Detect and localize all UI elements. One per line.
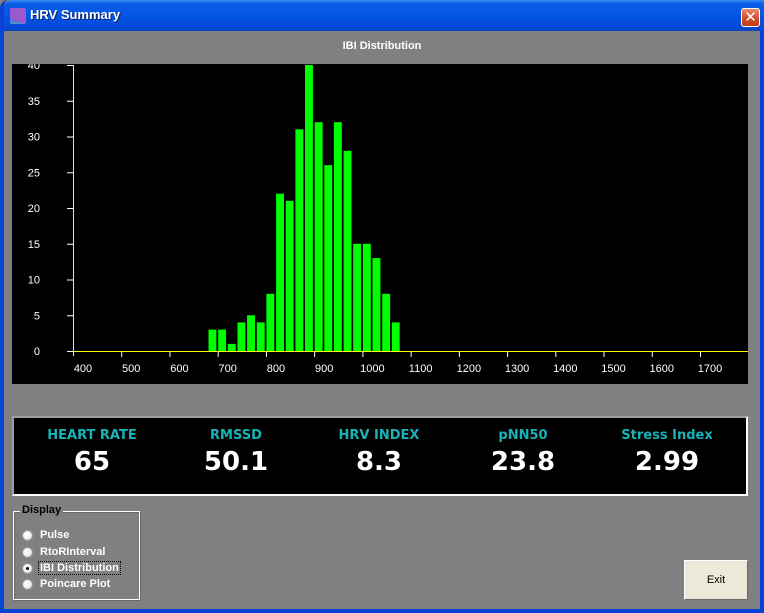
histogram-bar	[266, 293, 275, 351]
x-tick-label: 1500	[601, 363, 625, 375]
window-title: HRV Summary	[30, 7, 121, 22]
histogram-bar	[391, 322, 400, 351]
exit-button-label: Exit	[706, 574, 726, 586]
histogram-bar	[237, 322, 246, 351]
x-tick-label: 500	[122, 363, 140, 375]
radio-ibi-distribution[interactable]: IBI Distribution	[22, 560, 121, 576]
x-tick-label: 400	[74, 363, 92, 375]
display-groupbox-title: Display	[20, 504, 64, 516]
y-tick-label: 25	[28, 167, 40, 179]
radio-label: Poincare Plot	[40, 578, 111, 590]
stat-label: RMSSD	[210, 428, 262, 443]
histogram-bar	[324, 165, 333, 351]
x-tick-label: 1400	[553, 363, 577, 375]
radio-button[interactable]	[22, 529, 33, 541]
radio-rtor-interval[interactable]: RtoRInterval	[22, 544, 106, 560]
stat-hrv-index: HRV INDEX 8.3	[304, 418, 454, 477]
histogram-bar	[382, 293, 391, 351]
histogram-bar	[353, 243, 362, 352]
stat-stress-index: Stress Index 2.99	[592, 418, 742, 477]
radio-poincare-plot[interactable]: Poincare Plot	[22, 576, 111, 592]
chart-title: IBI Distribution	[342, 40, 422, 52]
x-tick-label: 1200	[457, 363, 481, 375]
x-tick-label: 1300	[505, 363, 529, 375]
histogram-bar	[333, 122, 342, 351]
histogram-bar	[227, 343, 236, 351]
close-icon: ✕	[744, 8, 757, 26]
stat-value: 23.8	[490, 447, 556, 477]
chart-svg: 0 5 10 15 20 25 30 35 40 400 500 600 700 800 900 1000 11…	[28, 64, 748, 375]
histogram-bar	[218, 329, 227, 351]
radio-button-selected[interactable]	[22, 562, 33, 574]
y-tick-label: 20	[28, 203, 40, 215]
y-tick-label: 15	[28, 239, 40, 251]
x-tick-label: 1700	[698, 363, 722, 375]
x-tick-label: 900	[315, 363, 333, 375]
title-bar[interactable]: HRV Summary ✕	[4, 0, 764, 31]
radio-label: RtoRInterval	[40, 546, 106, 558]
stat-label: Stress Index	[621, 428, 713, 443]
x-tick-label: 800	[267, 363, 285, 375]
radio-label: IBI Distribution	[38, 561, 121, 575]
stat-pnn50: pNN50 23.8	[448, 418, 598, 477]
histogram-bar	[343, 150, 352, 351]
histogram-bar	[362, 243, 371, 352]
histogram-bar	[247, 315, 255, 352]
y-tick-label: 0	[34, 346, 40, 358]
radio-button[interactable]	[22, 546, 33, 558]
display-groupbox: Display Pulse RtoRInterval IBI Distribut…	[13, 504, 140, 600]
radio-button[interactable]	[22, 578, 33, 590]
stat-label: pNN50	[498, 428, 548, 443]
stat-heart-rate: HEART RATE 65	[17, 418, 167, 477]
stat-value: 2.99	[634, 447, 700, 477]
stats-panel: HEART RATE 65 RMSSD 50.1 HRV INDEX 8.3 p…	[12, 416, 748, 496]
radio-pulse[interactable]: Pulse	[22, 527, 70, 543]
x-tick-label: 700	[219, 363, 237, 375]
stat-rmssd: RMSSD 50.1	[161, 418, 311, 477]
stat-label: HEART RATE	[47, 428, 137, 443]
y-tick-label: 5	[34, 310, 40, 322]
stat-label: HRV INDEX	[338, 428, 420, 443]
histogram-bar	[372, 258, 381, 351]
x-tick-label: 1600	[650, 363, 674, 375]
x-tick-label: 1000	[360, 363, 384, 375]
app-icon	[10, 8, 26, 24]
histogram-bar	[305, 65, 313, 351]
exit-button[interactable]: Exit	[684, 560, 748, 600]
ibi-histogram-chart: 0 5 10 15 20 25 30 35 40 400 500 600 700 800 900 1000 11…	[12, 64, 748, 384]
y-tick-label: 30	[28, 132, 40, 144]
y-tick-label: 35	[28, 96, 40, 108]
histogram-bar	[285, 200, 294, 351]
histogram-bar	[276, 193, 284, 351]
histogram-bar	[256, 322, 265, 351]
stat-value: 8.3	[355, 447, 403, 477]
stat-value: 65	[73, 447, 111, 477]
y-tick-label: 40	[28, 64, 40, 72]
histogram-bar	[314, 122, 323, 351]
y-tick-label: 10	[28, 275, 40, 287]
x-tick-label: 1100	[409, 363, 433, 375]
histogram-bar	[295, 129, 304, 351]
histogram-bar	[208, 329, 217, 351]
stat-value: 50.1	[203, 447, 269, 477]
radio-label: Pulse	[40, 529, 70, 541]
x-tick-label: 600	[170, 363, 188, 375]
close-button[interactable]: ✕	[741, 8, 760, 27]
